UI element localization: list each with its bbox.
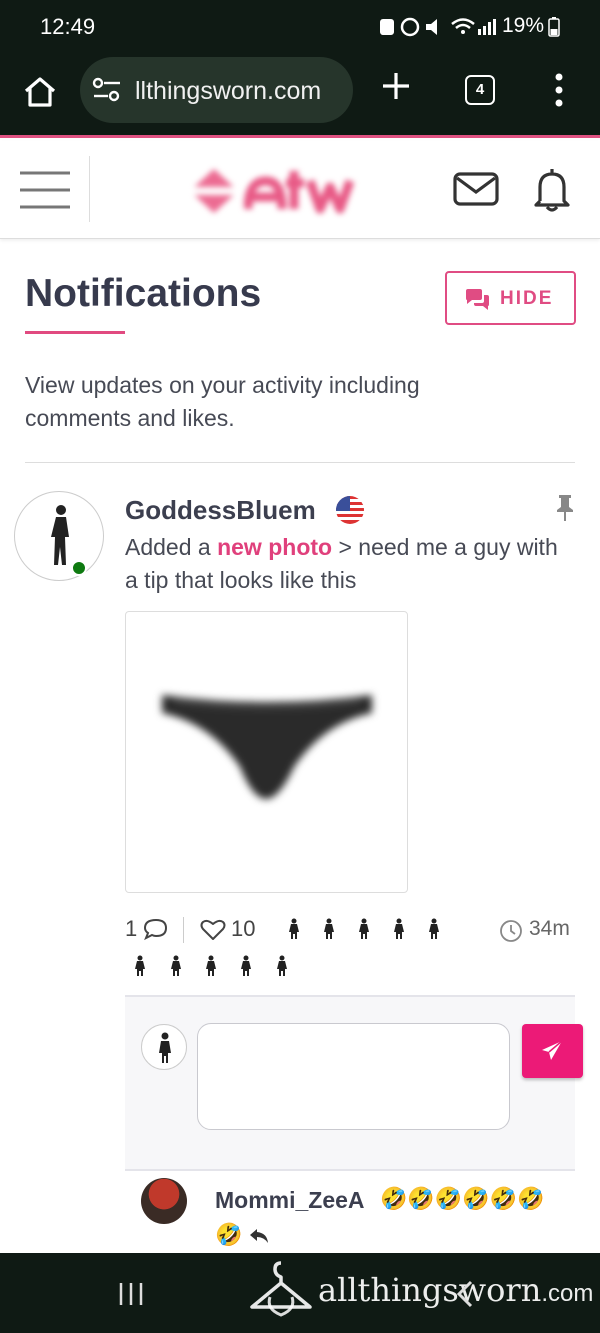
- watermark-brand: allthingsworn: [318, 1271, 542, 1309]
- liker-avatar-icon[interactable]: [239, 955, 253, 977]
- liker-avatar-icon[interactable]: [287, 918, 301, 940]
- notification-photo[interactable]: [125, 611, 408, 893]
- logo-mark-icon: [188, 169, 240, 213]
- comments-icon: [466, 289, 489, 310]
- silhouette-avatar-icon: [159, 1032, 171, 1063]
- liker-avatar-icon[interactable]: [392, 918, 406, 940]
- tab-switcher-button[interactable]: 4: [465, 75, 495, 105]
- my-avatar: [141, 1024, 187, 1070]
- more-options-icon[interactable]: [554, 72, 564, 108]
- browser-toolbar: llthingsworn.com 4: [0, 52, 600, 138]
- silhouette-avatar-icon: [51, 505, 69, 565]
- header-divider: [89, 156, 90, 222]
- clock-icon: [500, 920, 522, 942]
- photo-thumbnail: [162, 695, 372, 799]
- liker-avatar-icon[interactable]: [427, 918, 441, 940]
- battery-icon: [548, 17, 560, 37]
- status-time: 12:49: [40, 14, 96, 39]
- page-description: View updates on your activity including …: [25, 372, 420, 431]
- notification-time: 34m: [529, 917, 570, 940]
- recent-apps-icon[interactable]: [117, 1281, 145, 1307]
- url-text: llthingsworn.com: [135, 77, 322, 105]
- like-count: 10: [231, 916, 256, 941]
- liker-avatar-icon[interactable]: [204, 955, 218, 977]
- hide-button-label: HIDE: [500, 288, 554, 309]
- reply-arrow-icon[interactable]: [248, 1227, 270, 1245]
- reply-username[interactable]: Mommi_ZeeA: [215, 1187, 365, 1214]
- site-header: [0, 141, 600, 239]
- send-icon: [542, 1040, 563, 1060]
- online-status-dot: [71, 560, 87, 576]
- notifications-bell-icon[interactable]: [530, 165, 574, 213]
- notification-username[interactable]: GoddessBluem: [125, 495, 316, 526]
- comment-icon[interactable]: [143, 917, 169, 941]
- status-icons: [380, 17, 496, 37]
- message-prefix: Added a: [125, 534, 218, 560]
- logo-letters: [244, 171, 355, 214]
- section-divider: [25, 462, 575, 463]
- new-photo-link[interactable]: new photo: [217, 534, 332, 560]
- stats-divider: [183, 917, 184, 943]
- page-title: Notifications: [25, 272, 262, 315]
- messages-icon[interactable]: [452, 169, 500, 209]
- pin-icon[interactable]: [555, 493, 575, 521]
- system-navigation-bar: allthingsworn.com: [0, 1253, 600, 1333]
- liker-avatar-icon[interactable]: [133, 955, 147, 977]
- notification-message: Added a new photo > need me a guy with a…: [125, 531, 575, 597]
- battery-level: 19%: [501, 14, 544, 37]
- reply-text: 🤣🤣🤣🤣🤣🤣: [380, 1186, 545, 1211]
- send-comment-button[interactable]: [522, 1024, 583, 1078]
- comment-input[interactable]: [197, 1023, 510, 1130]
- hide-button[interactable]: HIDE: [445, 271, 576, 325]
- title-underline: [25, 331, 125, 334]
- address-bar[interactable]: llthingsworn.com: [80, 57, 353, 123]
- comment-count: 1: [125, 916, 138, 941]
- user-avatar[interactable]: [14, 491, 104, 581]
- us-flag-icon: [336, 496, 364, 524]
- site-settings-icon[interactable]: [92, 77, 122, 103]
- liker-avatar-icon[interactable]: [322, 918, 336, 940]
- liker-avatar-icon[interactable]: [357, 918, 371, 940]
- liker-avatar-icon[interactable]: [169, 955, 183, 977]
- hanger-watermark-icon: [250, 1261, 312, 1317]
- new-tab-icon[interactable]: [380, 70, 412, 102]
- reply-text-continued: 🤣: [215, 1222, 243, 1247]
- status-bar: 12:49 19%: [0, 0, 600, 52]
- liker-avatar-icon[interactable]: [275, 955, 289, 977]
- watermark-suffix: .com: [541, 1280, 594, 1307]
- site-logo[interactable]: [188, 159, 363, 219]
- back-icon[interactable]: [455, 1280, 475, 1308]
- home-icon[interactable]: [22, 74, 58, 110]
- like-heart-icon[interactable]: [200, 918, 226, 942]
- hamburger-menu-icon[interactable]: [18, 169, 72, 211]
- reply-user-avatar[interactable]: [141, 1178, 187, 1224]
